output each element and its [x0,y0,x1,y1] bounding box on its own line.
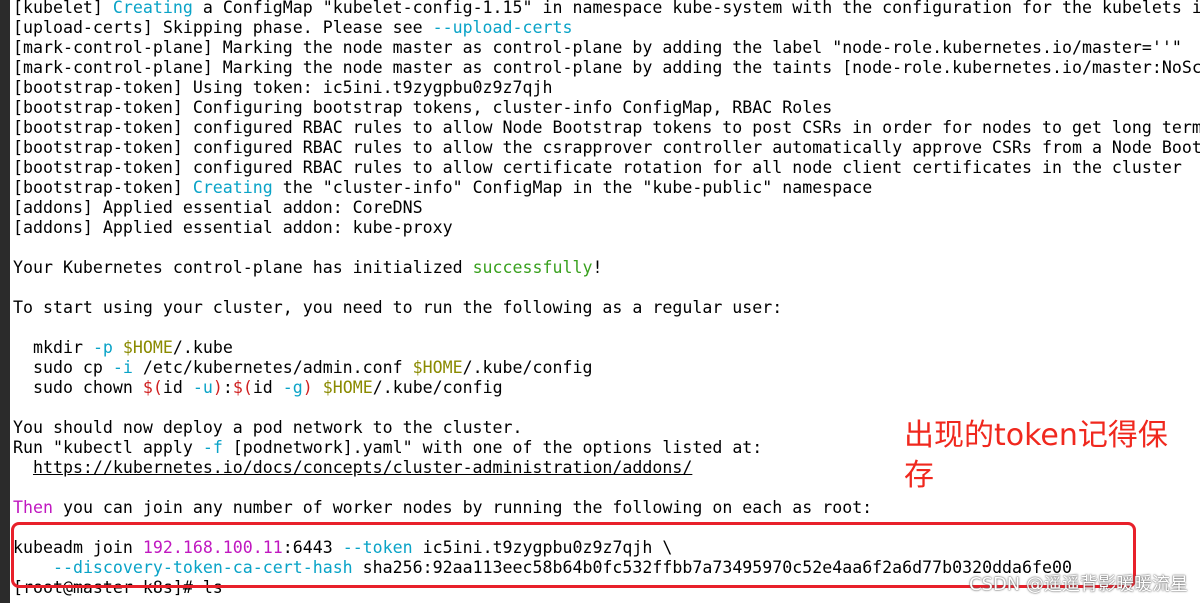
terminal-link[interactable]: https://kubernetes.io/docs/concepts/clus… [33,458,692,477]
terminal-line: Then you can join any number of worker n… [13,498,1200,518]
terminal-text: To start using your cluster, you need to… [13,298,783,317]
terminal-text: [bootstrap-token] [13,178,193,197]
terminal-text: [mark-control-plane] Marking the node ma… [13,58,1200,77]
terminal-text: sudo chown [13,378,143,397]
terminal-line: [bootstrap-token] configured RBAC rules … [13,118,1200,138]
terminal-text: Then [13,498,53,517]
terminal-text: [bootstrap-token] configured RBAC rules … [13,138,1200,157]
terminal-text: You should now deploy a pod network to t… [13,418,523,437]
terminal-text: ) [302,378,313,397]
terminal-text: the "cluster-info" ConfigMap in the "kub… [272,178,873,197]
terminal-text: you can join any number of worker nodes … [52,498,873,517]
terminal-line: Your Kubernetes control-plane has initia… [13,258,1200,278]
terminal-text: id [162,378,193,397]
terminal-text: [kubelet] [13,0,113,17]
terminal-line: sudo chown $(id -u):$(id -g) $HOME/.kube… [13,378,1200,398]
terminal-text: $HOME [322,378,373,397]
terminal-text: $HOME [122,338,173,357]
terminal-line: [bootstrap-token] configured RBAC rules … [13,138,1200,158]
terminal-text: /.kube/config [372,378,503,397]
terminal-text: Creating [112,0,193,17]
terminal-line: To start using your cluster, you need to… [13,298,1200,318]
terminal-text: /.kube [172,338,233,357]
terminal-text: ) [212,378,223,397]
terminal-text: -g [282,378,303,397]
terminal-text: : [222,378,233,397]
terminal-text: [mark-control-plane] Marking the node ma… [13,38,1182,57]
terminal-text: [podnetwork].yaml" with one of the optio… [222,438,763,457]
terminal-text: sudo cp [13,358,113,377]
terminal-line: [addons] Applied essential addon: CoreDN… [13,198,1200,218]
terminal-line: [mark-control-plane] Marking the node ma… [13,58,1200,78]
terminal-text: [bootstrap-token] Using token: ic5ini.t9… [13,78,553,97]
terminal-text: -i [112,358,133,377]
terminal-text: [addons] Applied essential addon: kube-p… [13,218,453,237]
terminal-line: [addons] Applied essential addon: kube-p… [13,218,1200,238]
terminal-text: ! [592,258,603,277]
terminal-text: Your Kubernetes control-plane has initia… [13,258,473,277]
terminal-text: [addons] Applied essential addon: CoreDN… [13,198,423,217]
terminal-window[interactable]: [kubelet] Creating a ConfigMap "kubelet-… [0,0,1200,603]
csdn-watermark: CSDN @遥遥背影暖暖流星 [968,574,1188,595]
terminal-line: [bootstrap-token] Creating the "cluster-… [13,178,1200,198]
terminal-line: [bootstrap-token] Configuring bootstrap … [13,98,1200,118]
terminal-text: id [252,378,283,397]
terminal-text: Creating [192,178,273,197]
terminal-text: $( [142,378,163,397]
terminal-text: a ConfigMap "kubelet-config-1.15" in nam… [192,0,1200,17]
terminal-line: mkdir -p $HOME/.kube [13,338,1200,358]
terminal-text: mkdir [13,338,93,357]
terminal-text: /etc/kubernetes/admin.conf [132,358,413,377]
terminal-text: [bootstrap-token] configured RBAC rules … [13,158,1182,177]
join-command-highlight-box [11,522,1136,588]
terminal-output: [kubelet] Creating a ConfigMap "kubelet-… [13,0,1200,598]
terminal-text: [upload-certs] Skipping phase. Please se… [13,18,433,37]
terminal-text: -p [92,338,113,357]
terminal-line: [bootstrap-token] configured RBAC rules … [13,158,1200,178]
terminal-text: successfully [472,258,593,277]
terminal-text: Run "kubectl apply [13,438,203,457]
terminal-text: -u [192,378,213,397]
terminal-text: [bootstrap-token] Configuring bootstrap … [13,98,833,117]
terminal-line: [mark-control-plane] Marking the node ma… [13,38,1200,58]
terminal-line: [bootstrap-token] Using token: ic5ini.t9… [13,78,1200,98]
terminal-text: -f [202,438,223,457]
terminal-text: [bootstrap-token] configured RBAC rules … [13,118,1200,137]
terminal-text: $( [232,378,253,397]
terminal-line: [upload-certs] Skipping phase. Please se… [13,18,1200,38]
annotation-note: 出现的token记得保存 [904,418,1168,493]
terminal-text: --upload-certs [432,18,573,37]
terminal-text: /.kube/config [462,358,593,377]
terminal-line: [kubelet] Creating a ConfigMap "kubelet-… [13,0,1200,18]
terminal-text: $HOME [412,358,463,377]
terminal-line: sudo cp -i /etc/kubernetes/admin.conf $H… [13,358,1200,378]
